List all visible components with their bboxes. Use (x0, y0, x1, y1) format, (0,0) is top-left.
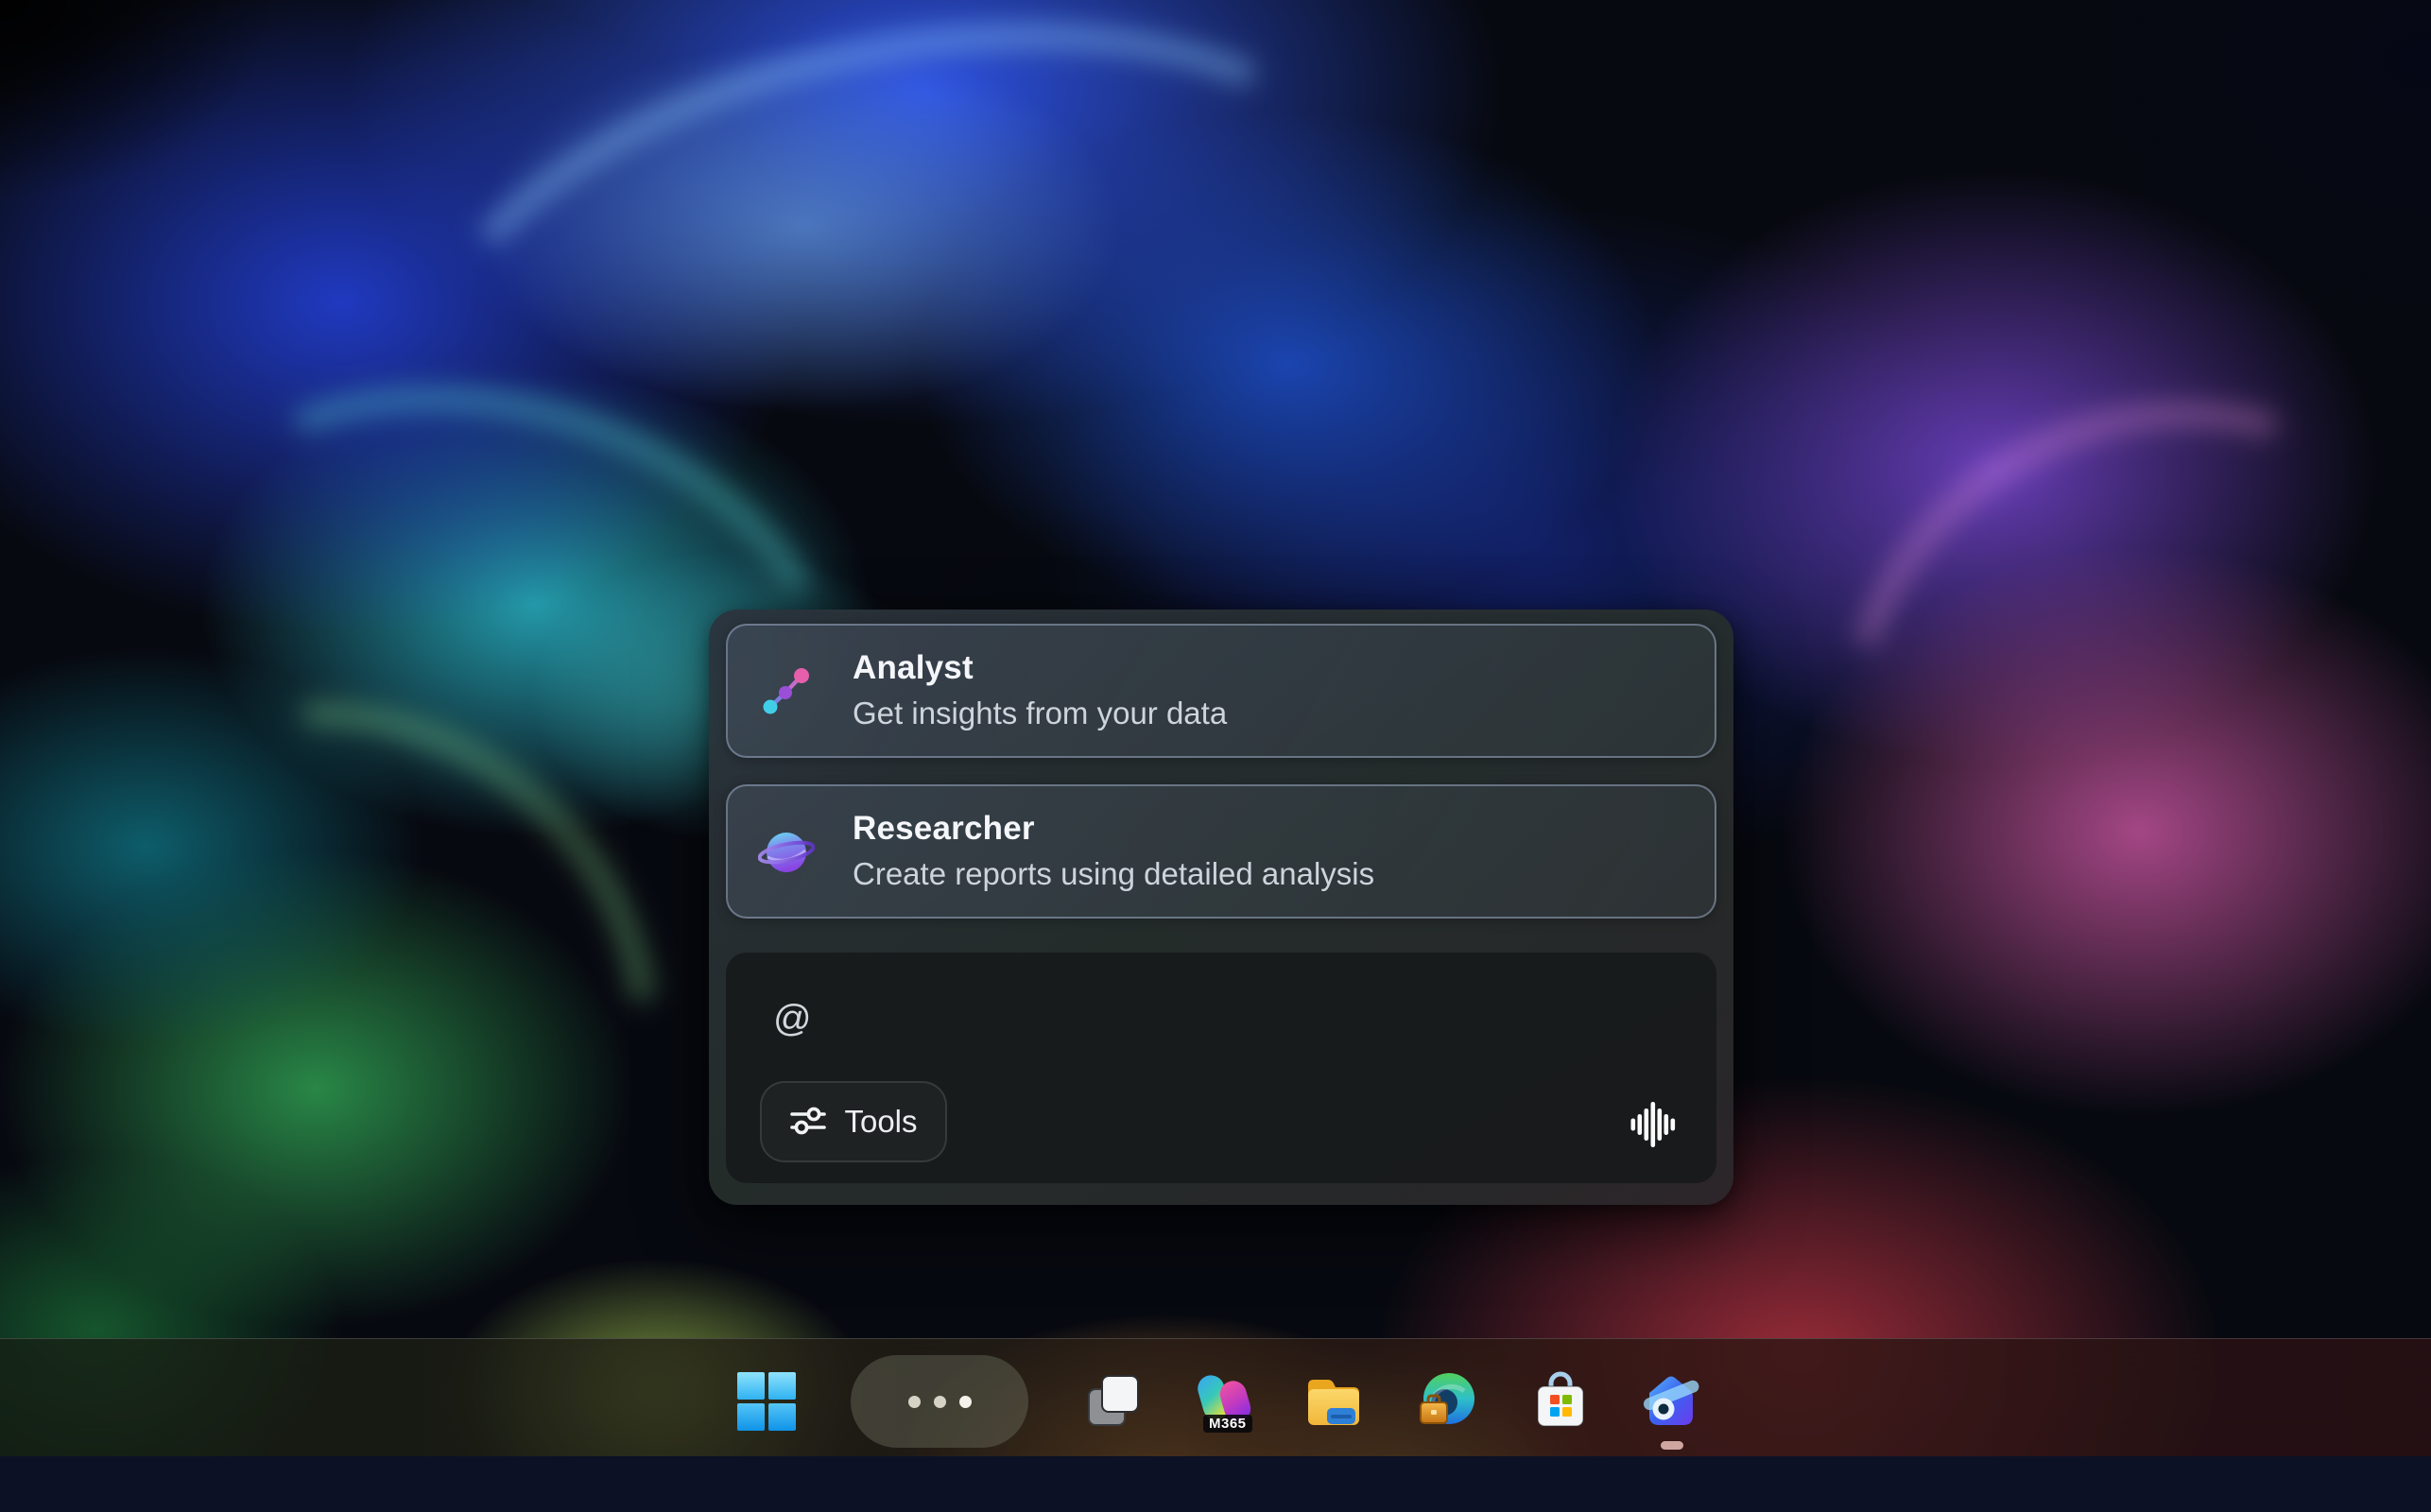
copilot-prompt-panel: Analyst Get insights from your data (709, 610, 1733, 1205)
m365-badge: M365 (1203, 1415, 1252, 1433)
agent-description: Create reports using detailed analysis (853, 851, 1374, 897)
agent-card-researcher[interactable]: Researcher Create reports using detailed… (726, 784, 1716, 919)
m365-copilot-icon: M365 (1194, 1370, 1256, 1433)
voice-waveform-icon[interactable] (1626, 1098, 1679, 1151)
researcher-planet-icon (758, 823, 815, 880)
sliders-icon (789, 1104, 827, 1141)
screen-bottom-strip (0, 1456, 2431, 1512)
taskbar: M365 (0, 1338, 2431, 1457)
start-button[interactable] (735, 1370, 798, 1433)
desktop-screen: Analyst Get insights from your data (0, 0, 2431, 1512)
task-view-button[interactable] (1079, 1370, 1142, 1433)
store-bag-icon (1529, 1370, 1592, 1433)
agent-description: Get insights from your data (853, 691, 1227, 736)
edge-for-business-button[interactable] (1415, 1370, 1477, 1433)
tools-button[interactable]: Tools (760, 1081, 947, 1162)
clipchamp-icon (1640, 1370, 1702, 1433)
microsoft-store-button[interactable] (1529, 1370, 1592, 1433)
prompt-input-area[interactable]: @ Tools (726, 953, 1716, 1183)
tools-button-label: Tools (844, 1104, 917, 1140)
wallpaper-petal-highlight-pink (1724, 285, 2431, 1162)
folder-icon (1302, 1370, 1365, 1433)
clipchamp-button[interactable] (1640, 1370, 1702, 1433)
prompt-text[interactable]: @ (773, 998, 812, 1040)
agent-title: Analyst (853, 645, 1227, 691)
clipchamp-running-indicator (1661, 1441, 1683, 1450)
copilot-search-pill[interactable] (851, 1355, 1028, 1448)
edge-briefcase-icon (1415, 1370, 1477, 1433)
m365-copilot-button[interactable]: M365 (1194, 1370, 1256, 1433)
analyst-trend-line-icon (758, 662, 815, 719)
agent-card-analyst[interactable]: Analyst Get insights from your data (726, 624, 1716, 758)
windows-start-icon (735, 1370, 798, 1433)
file-explorer-button[interactable] (1302, 1370, 1365, 1433)
task-view-icon (1079, 1370, 1142, 1433)
agent-title: Researcher (853, 806, 1374, 851)
ellipsis-loading-icon (908, 1396, 972, 1408)
